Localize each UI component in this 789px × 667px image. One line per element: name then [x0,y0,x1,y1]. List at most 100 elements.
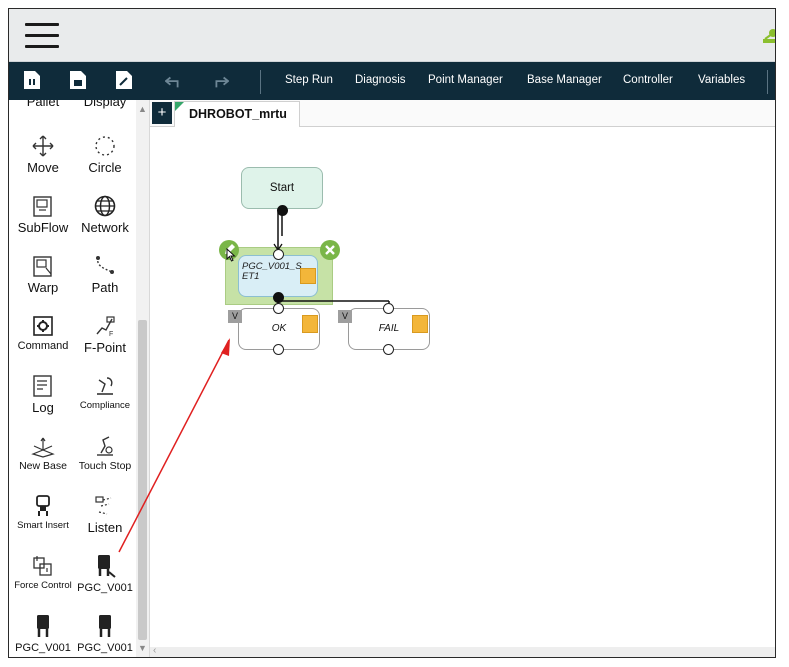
tool-label: Force Control [14,580,72,591]
network-icon [94,195,116,217]
tool-command[interactable]: Command [11,314,75,352]
add-tab-button[interactable]: + [152,102,172,124]
tool-label: Network [81,220,129,235]
toolbar-divider [767,70,768,94]
tab-dhrobot-mrtu[interactable]: DHROBOT_mrtu [174,101,300,127]
force-control-icon [33,556,52,576]
top-bar [9,9,775,62]
robot-status-icon [763,29,775,43]
fail-input-port[interactable] [383,303,394,314]
circle-icon [95,136,115,156]
save-file-icon[interactable] [69,70,87,90]
new-base-icon [31,437,55,458]
menu-controller[interactable]: Controller [623,74,673,86]
tool-label: Circle [88,160,122,175]
tool-pgc-v001[interactable]: PGC_V001 [73,614,137,654]
menu-base-manager[interactable]: Base Manager [527,74,602,86]
tool-pallet[interactable]: Pallet [11,100,75,109]
tool-subflow[interactable]: SubFlow [11,194,75,235]
start-node[interactable]: Start [241,167,323,209]
command-icon [33,316,53,336]
tool-label: Compliance [79,400,131,411]
warp-icon [33,256,52,277]
tool-label: F-Point [84,340,126,355]
tool-new-base[interactable]: New Base [11,434,75,472]
f-point-icon: F [96,316,115,338]
scroll-down-icon[interactable]: ▼ [138,643,147,653]
tool-pgc-v001[interactable]: PGC_V001 [73,554,137,594]
tool-label: Path [91,280,119,295]
tool-touch-stop[interactable]: Touch Stop [73,434,137,472]
undo-icon[interactable] [165,72,183,92]
ok-output-port[interactable] [273,344,284,355]
tool-label: Log [32,400,54,415]
hamburger-menu-icon[interactable] [25,23,59,49]
move-icon [32,135,54,157]
menu-diagnosis[interactable]: Diagnosis [355,74,406,86]
listen-icon [95,496,112,515]
pgc-function-node[interactable]: PGC_V001_SET1 [238,255,318,297]
tool-label: Listen [87,520,123,535]
touch-stop-icon [97,436,113,456]
project-tabs: + DHROBOT_mrtu [150,100,775,127]
tool-label: Command [17,340,69,352]
tool-path[interactable]: Path [73,254,137,295]
tool-smart-insert[interactable]: Smart Insert [11,494,75,531]
main-toolbar: Step Run Diagnosis Point Manager Base Ma… [9,62,775,100]
node-settings-icon[interactable] [302,315,318,333]
tool-listen[interactable]: Listen [73,494,137,535]
tool-label: PGC_V001 [77,642,133,654]
tool-warp[interactable]: Warp [11,254,75,295]
tool-label: SubFlow [17,220,69,235]
scroll-left-icon[interactable]: ‹ [153,645,156,656]
gripper-icon [98,555,116,578]
toolbar-divider [260,70,261,94]
subflow-icon [33,196,52,217]
start-node-label: Start [269,182,295,194]
tool-display[interactable]: Display [73,100,137,109]
start-output-port[interactable] [277,205,288,216]
smart-insert-icon [36,495,50,516]
fail-output-port[interactable] [383,344,394,355]
tool-network[interactable]: Network [73,194,137,235]
tool-label: Warp [27,280,59,295]
tool-label: Smart Insert [17,520,69,531]
svg-text:F: F [109,331,113,338]
tool-log[interactable]: Log [11,374,75,415]
tool-label: Move [27,160,59,175]
scroll-up-icon[interactable]: ▲ [138,104,147,114]
tool-circle[interactable]: Circle [73,134,137,175]
compliance-icon [97,377,113,395]
log-icon [33,375,52,397]
menu-variables[interactable]: Variables [698,74,745,86]
toolbox-scrollbar[interactable]: ▲ ▼ [136,100,149,657]
menu-point-manager[interactable]: Point Manager [428,74,503,86]
node-toolbox: Pallet Display Move Circle SubFlow Netwo… [9,100,150,657]
flow-canvas[interactable]: + DHROBOT_mrtu Start PGC_V001_SET1 OK V … [150,100,775,657]
tab-label: DHROBOT_mrtu [189,107,287,121]
new-file-icon[interactable] [23,70,41,90]
function-output-port[interactable] [273,292,284,303]
path-icon [96,256,114,274]
tool-compliance[interactable]: Compliance [73,374,137,411]
variable-badge: V [228,310,242,323]
app-window: Step Run Diagnosis Point Manager Base Ma… [8,8,776,658]
tool-force-control[interactable]: Force Control [11,554,75,591]
scrollbar-thumb[interactable] [138,320,147,640]
tool-f-point[interactable]: F F-Point [73,314,137,355]
tool-pgc-v001[interactable]: PGC_V001 [11,614,75,654]
gripper-icon [99,615,111,637]
node-settings-icon[interactable] [412,315,428,333]
tool-move[interactable]: Move [11,134,75,175]
canvas-horizontal-scrollbar[interactable]: ‹ [150,645,775,657]
redo-icon[interactable] [211,72,229,92]
tool-label: New Base [19,460,67,472]
function-input-port[interactable] [273,249,284,260]
tab-flag-icon [175,102,184,111]
tool-label: PGC_V001 [15,642,71,654]
tool-label: Display [83,100,127,109]
menu-step-run[interactable]: Step Run [285,74,333,86]
export-file-icon[interactable] [115,70,133,90]
ok-input-port[interactable] [273,303,284,314]
node-settings-icon[interactable] [300,268,316,284]
